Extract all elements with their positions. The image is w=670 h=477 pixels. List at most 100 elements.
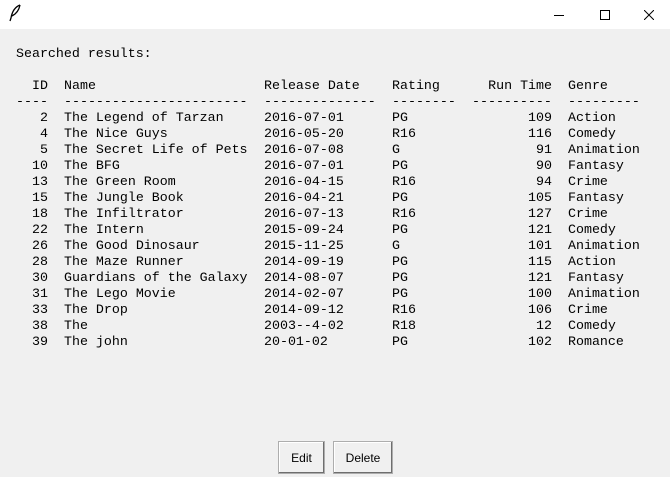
- cell-genre: Crime: [568, 302, 608, 317]
- cell-genre: Animation: [568, 238, 640, 253]
- cell-genre: Comedy: [568, 318, 616, 333]
- cell-run-time: 127: [528, 206, 552, 221]
- cell-genre: Animation: [568, 142, 640, 157]
- cell-name: The Good Dinosaur: [64, 238, 200, 253]
- header-name: Name: [64, 78, 96, 93]
- cell-genre: Animation: [568, 286, 640, 301]
- separator-id: ----: [16, 94, 48, 109]
- cell-genre: Crime: [568, 206, 608, 221]
- cell-rating: PG: [392, 334, 408, 349]
- close-button[interactable]: [626, 0, 670, 29]
- table-row: 31 The Lego Movie 2014-02-07 PG 100 Animation: [0, 286, 670, 302]
- cell-run-time: 100: [528, 286, 552, 301]
- cell-rating: G: [392, 238, 400, 253]
- minimize-button[interactable]: [536, 0, 582, 29]
- main-content: Searched results: ID Name Release Date R…: [0, 29, 670, 477]
- cell-genre: Fantasy: [568, 270, 624, 285]
- cell-run-time: 102: [528, 334, 552, 349]
- cell-rating: PG: [392, 190, 408, 205]
- cell-rating: PG: [392, 286, 408, 301]
- cell-name: The Green Room: [64, 174, 176, 189]
- table-row: 22 The Intern 2015-09-24 PG 121 Comedy: [0, 222, 670, 238]
- cell-run-time: 101: [528, 238, 552, 253]
- table-row: 13 The Green Room 2016-04-15 R16 94 Crime: [0, 174, 670, 190]
- cell-run-time: 105: [528, 190, 552, 205]
- feather-icon: [9, 4, 21, 22]
- table-row: 15 The Jungle Book 2016-04-21 PG 105 Fantasy: [0, 190, 670, 206]
- results-heading: Searched results:: [16, 46, 152, 61]
- cell-name: The Intern: [64, 222, 144, 237]
- cell-rating: PG: [392, 254, 408, 269]
- table-row: 2 The Legend of Tarzan 2016-07-01 PG 109 Acti…: [0, 110, 670, 126]
- minimize-icon: [554, 14, 564, 16]
- cell-run-time: 106: [528, 302, 552, 317]
- cell-release-date: 2014-02-07: [264, 286, 344, 301]
- cell-release-date: 2014-09-19: [264, 254, 344, 269]
- separator-rating: --------: [392, 94, 456, 109]
- cell-name: Guardians of the Galaxy: [64, 270, 248, 285]
- cell-name: The john: [64, 334, 128, 349]
- cell-name: The Nice Guys: [64, 126, 168, 141]
- cell-id: 26: [32, 238, 48, 253]
- cell-release-date: 2014-08-07: [264, 270, 344, 285]
- cell-rating: PG: [392, 110, 408, 125]
- cell-name: The Drop: [64, 302, 128, 317]
- cell-id: 4: [40, 126, 48, 141]
- delete-button[interactable]: Delete: [333, 441, 393, 474]
- cell-id: 33: [32, 302, 48, 317]
- cell-id: 22: [32, 222, 48, 237]
- table-row: 39 The john 20-01-02 PG 102 Romance: [0, 334, 670, 350]
- cell-rating: PG: [392, 270, 408, 285]
- header-id: ID: [32, 78, 48, 93]
- cell-name: The Infiltrator: [64, 206, 184, 221]
- cell-run-time: 94: [536, 174, 552, 189]
- cell-id: 15: [32, 190, 48, 205]
- table-row: 5 The Secret Life of Pets 2016-07-08 G 91 Ani…: [0, 142, 670, 158]
- table-row: 28 The Maze Runner 2014-09-19 PG 115 Action: [0, 254, 670, 270]
- cell-rating: R16: [392, 174, 416, 189]
- maximize-icon: [600, 9, 610, 20]
- cell-name: The BFG: [64, 158, 120, 173]
- cell-id: 2: [40, 110, 48, 125]
- cell-release-date: 2016-05-20: [264, 126, 344, 141]
- cell-release-date: 2016-07-13: [264, 206, 344, 221]
- cell-name: The Legend of Tarzan: [64, 110, 224, 125]
- separator-release-date: --------------: [264, 94, 376, 109]
- cell-genre: Action: [568, 110, 616, 125]
- cell-release-date: 2003--4-02: [264, 318, 344, 333]
- cell-genre: Fantasy: [568, 158, 624, 173]
- header-genre: Genre: [568, 78, 608, 93]
- cell-run-time: 90: [536, 158, 552, 173]
- separator-name: -----------------------: [64, 94, 248, 109]
- cell-rating: R16: [392, 302, 416, 317]
- maximize-button[interactable]: [582, 0, 628, 29]
- table-row: 33 The Drop 2014-09-12 R16 106 Crime: [0, 302, 670, 318]
- cell-run-time: 121: [528, 222, 552, 237]
- cell-run-time: 116: [528, 126, 552, 141]
- cell-name: The Secret Life of Pets: [64, 142, 248, 157]
- cell-name: The: [64, 318, 88, 333]
- cell-release-date: 2016-04-21: [264, 190, 344, 205]
- table-row: 18 The Infiltrator 2016-07-13 R16 127 Crime: [0, 206, 670, 222]
- cell-run-time: 12: [536, 318, 552, 333]
- cell-id: 10: [32, 158, 48, 173]
- cell-rating: R16: [392, 206, 416, 221]
- cell-release-date: 2015-09-24: [264, 222, 344, 237]
- cell-genre: Crime: [568, 174, 608, 189]
- cell-run-time: 115: [528, 254, 552, 269]
- close-icon: [644, 9, 654, 20]
- cell-name: The Maze Runner: [64, 254, 184, 269]
- table-row: 30 Guardians of the Galaxy 2014-08-07 PG 121…: [0, 270, 670, 286]
- separator-run-time: ----------: [472, 94, 552, 109]
- header-rating: Rating: [392, 78, 440, 93]
- cell-genre: Comedy: [568, 126, 616, 141]
- edit-button[interactable]: Edit: [278, 441, 325, 474]
- cell-release-date: 20-01-02: [264, 334, 328, 349]
- cell-release-date: 2015-11-25: [264, 238, 344, 253]
- cell-release-date: 2014-09-12: [264, 302, 344, 317]
- cell-id: 31: [32, 286, 48, 301]
- cell-id: 30: [32, 270, 48, 285]
- cell-genre: Action: [568, 254, 616, 269]
- cell-release-date: 2016-07-01: [264, 110, 344, 125]
- cell-release-date: 2016-07-08: [264, 142, 344, 157]
